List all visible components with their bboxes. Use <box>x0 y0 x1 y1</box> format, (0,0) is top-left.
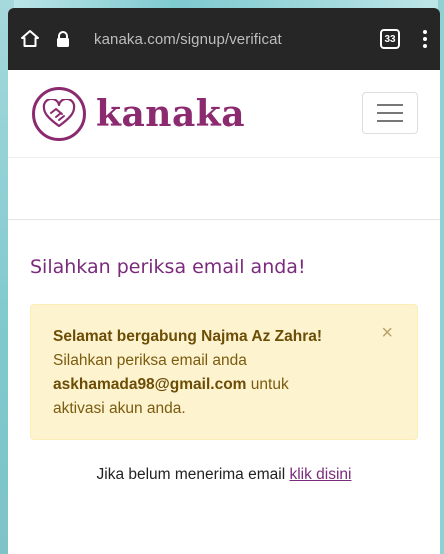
alert-line2-suffix: untuk <box>246 376 289 393</box>
alert-email: askhamada98@gmail.com <box>53 376 247 393</box>
heart-handshake-icon[interactable] <box>32 86 86 141</box>
brand-logo-text[interactable]: kanaka <box>96 93 245 135</box>
address-bar[interactable]: kanaka.com/signup/verificat <box>56 21 366 57</box>
alert-title: Selamat bergabung Najma Az Zahra! <box>53 328 323 345</box>
resend-label: Jika belum menerima email <box>96 466 290 483</box>
browser-toolbar: kanaka.com/signup/verificat 33 <box>8 8 440 70</box>
vertical-dots-icon[interactable] <box>420 27 430 51</box>
url-text: kanaka.com/signup/verificat <box>94 30 282 48</box>
main-content: Silahkan periksa email anda! × Selamat b… <box>8 256 440 484</box>
resend-link[interactable]: klik disini <box>289 466 351 483</box>
tab-switcher-button[interactable]: 33 <box>380 29 400 49</box>
alert-line3: aktivasi akun anda. <box>53 400 186 417</box>
success-alert: × Selamat bergabung Najma Az Zahra! Sila… <box>30 304 418 440</box>
spacer-band <box>8 158 440 220</box>
hamburger-menu-button[interactable] <box>362 92 418 134</box>
alert-line2: askhamada98@gmail.com untuk <box>53 373 395 397</box>
page-title: Silahkan periksa email anda! <box>30 256 306 278</box>
resend-text: Jika belum menerima email klik disini <box>30 466 418 484</box>
alert-line1: Silahkan periksa email anda <box>53 352 247 369</box>
phone-screen: kanaka.com/signup/verificat 33 kanaka Si… <box>8 8 440 554</box>
close-icon[interactable]: × <box>381 321 393 345</box>
home-icon[interactable] <box>18 27 42 51</box>
lock-icon <box>56 30 72 48</box>
site-header: kanaka <box>8 70 440 158</box>
